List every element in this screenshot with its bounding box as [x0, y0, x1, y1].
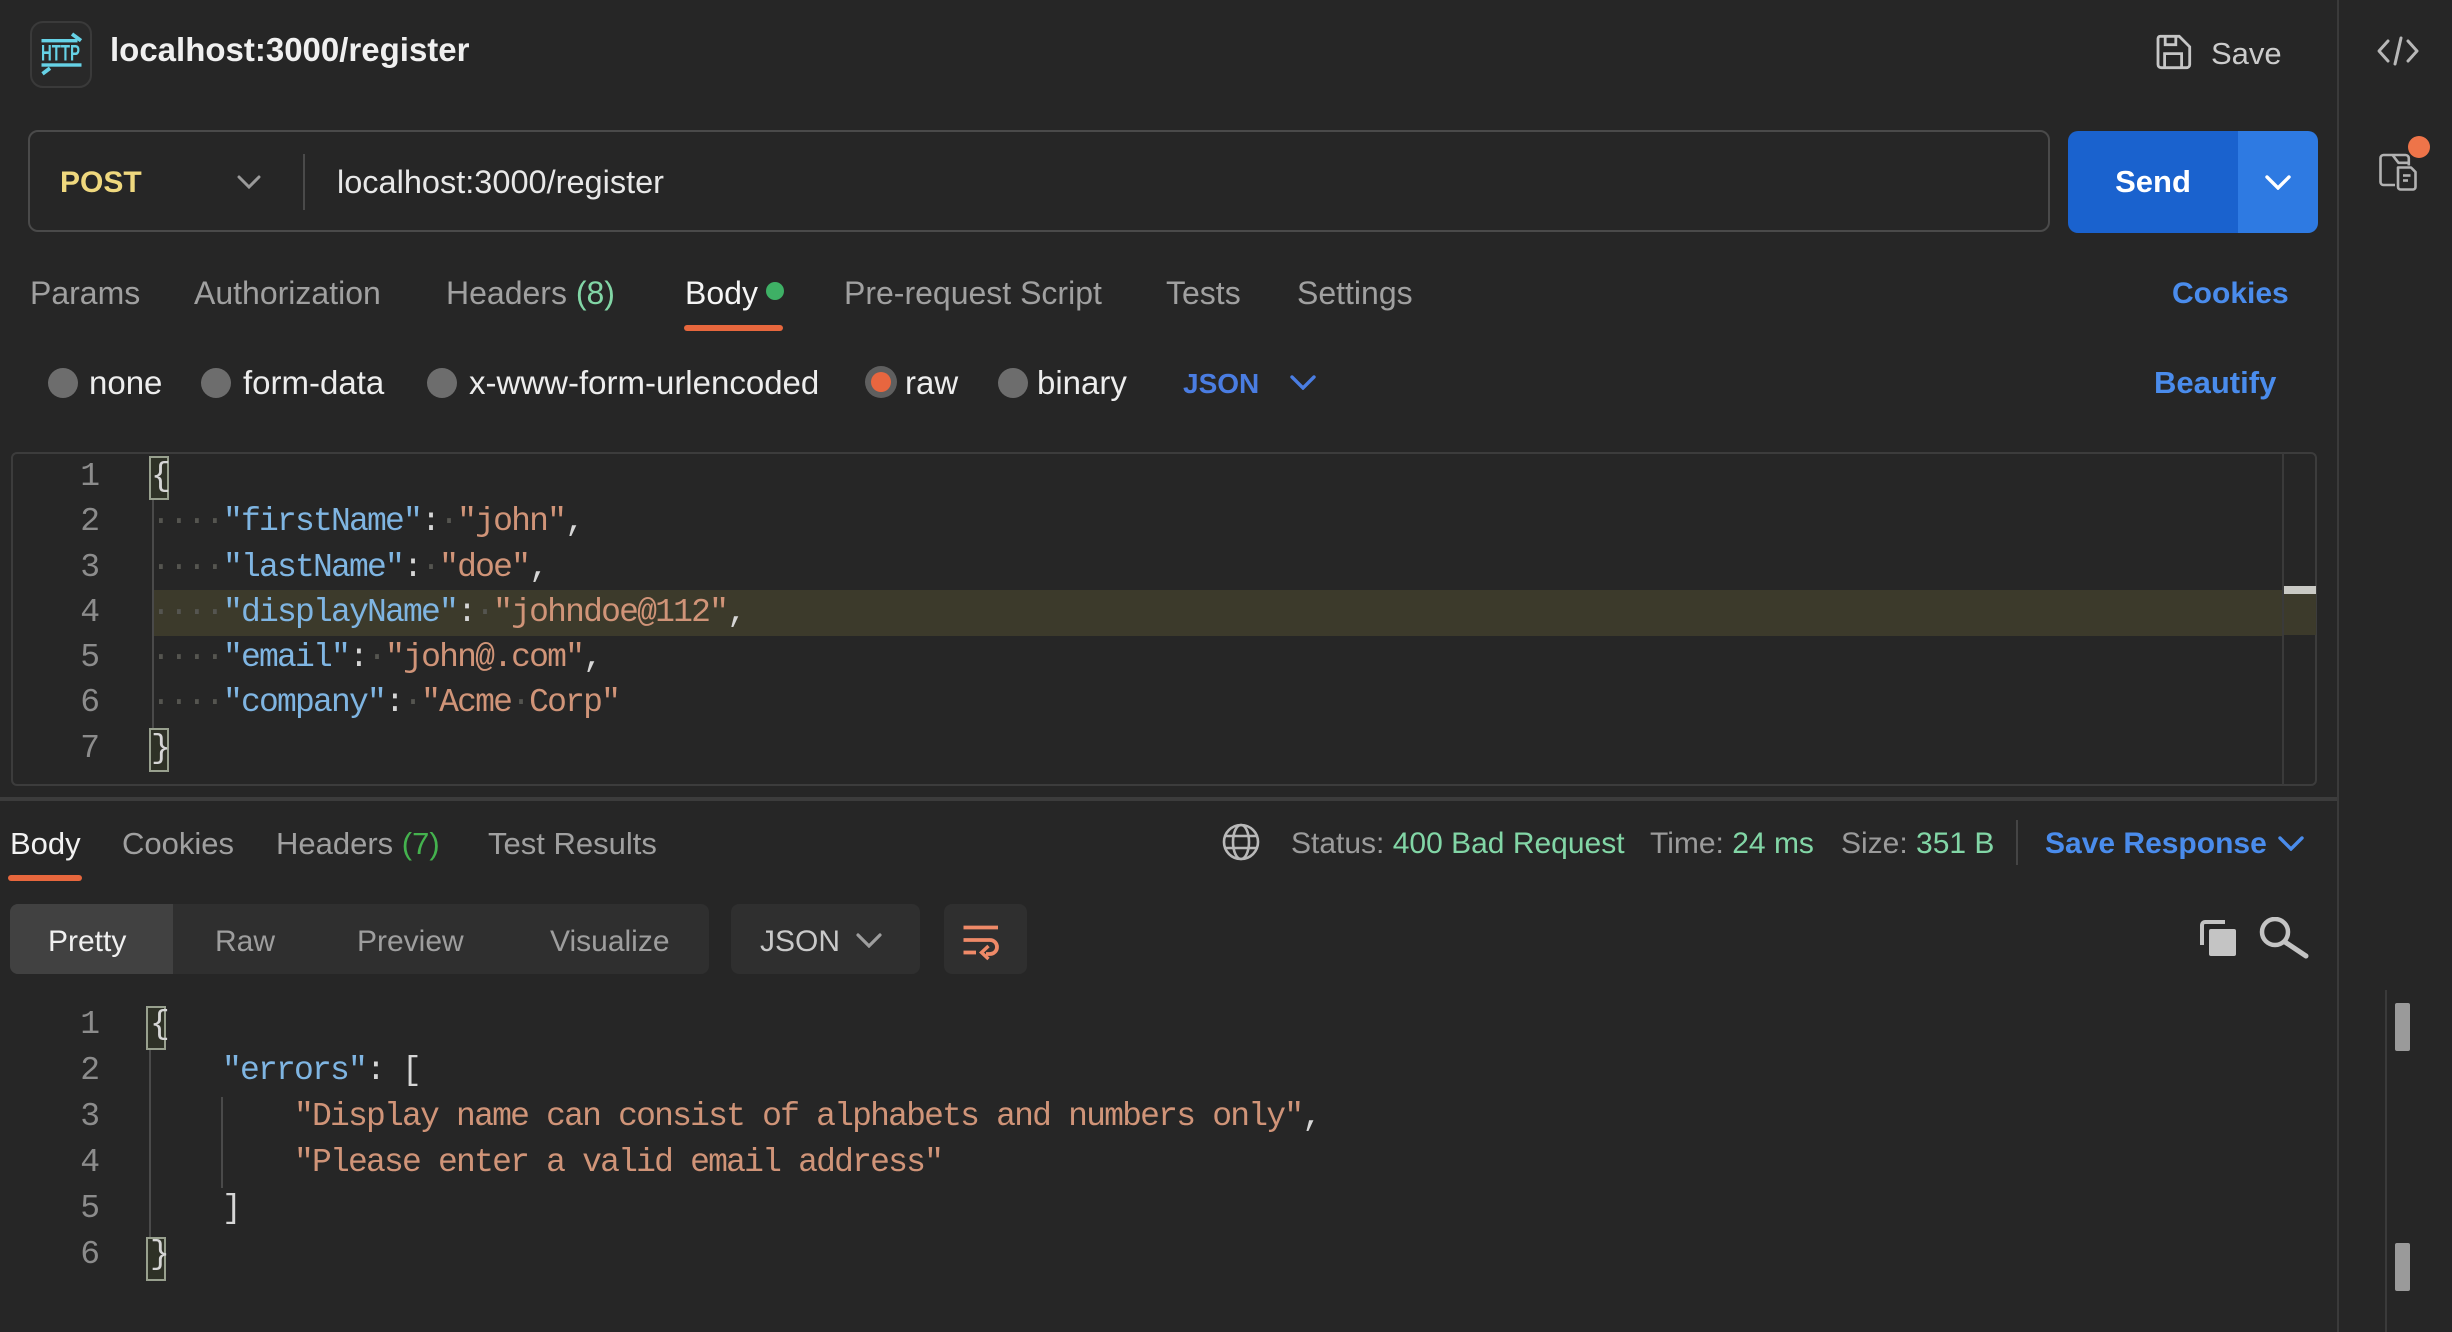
svg-text:HTTP: HTTP [41, 41, 80, 66]
